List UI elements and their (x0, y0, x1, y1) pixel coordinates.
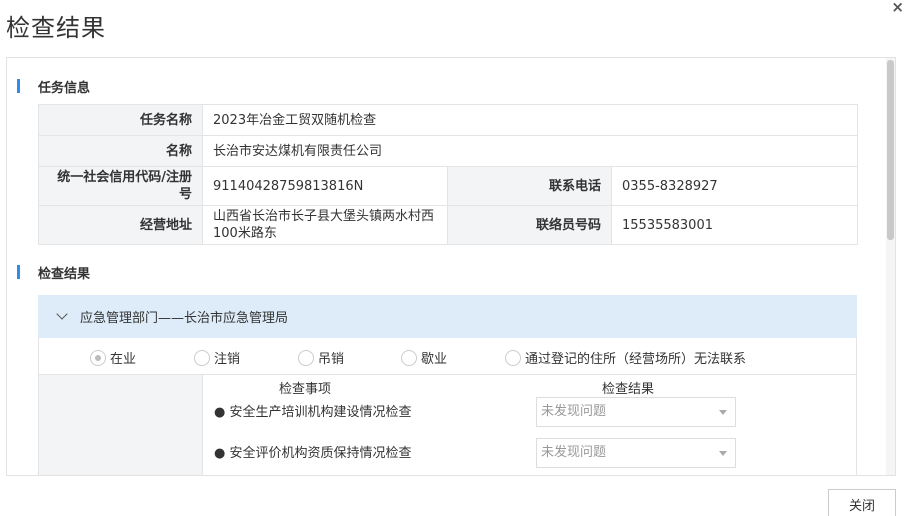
caret-down-icon (719, 451, 727, 456)
task-name-value: 2023年冶金工贸双随机检查 (201, 104, 859, 136)
radio-label: 歇业 (421, 352, 448, 367)
inspection-result-select[interactable]: 未发现问题 (536, 397, 736, 427)
radio-label: 在业 (110, 352, 137, 367)
items-label-column (39, 375, 203, 475)
company-name-label: 名称 (38, 135, 203, 167)
credit-code-value: 91140428759813816N (202, 166, 448, 206)
liaison-number-label: 联络员号码 (447, 205, 612, 245)
result-section-title: 检查结果 (38, 266, 91, 282)
result-section-header: 检查结果 (17, 263, 91, 282)
caret-down-icon (719, 410, 727, 415)
radio-status-suspended[interactable]: 歇业 (401, 348, 447, 367)
phone-label: 联系电话 (447, 166, 612, 206)
close-icon[interactable]: × (891, 0, 904, 16)
task-info-table: 任务名称 2023年冶金工贸双随机检查 名称 长治市安达煤机有限责任公司 统一社… (38, 104, 859, 245)
radio-status-active[interactable]: 在业 (90, 348, 136, 367)
radio-label: 通过登记的住所（经营场所）无法联系 (525, 352, 747, 367)
department-name: 应急管理部门——长治市应急管理局 (80, 311, 289, 326)
radio-status-cancelled[interactable]: 注销 (194, 348, 240, 367)
close-button[interactable]: 关闭 (828, 489, 896, 516)
select-value: 未发现问题 (541, 445, 607, 460)
dialog-title: 检查结果 (6, 14, 106, 42)
department-collapse-header[interactable]: 应急管理部门——长治市应急管理局 (38, 295, 857, 338)
task-info-title: 任务信息 (38, 80, 91, 96)
select-value: 未发现问题 (541, 404, 607, 419)
section-marker (17, 265, 20, 279)
inspection-items-area: 检查事项 检查结果 ● 安全生产培训机构建设情况检查 未发现问题 ● 安全评价机… (38, 375, 857, 475)
status-radio-group: 在业 注销 吊销 歇业 通过登记的住所（经营场所）无法联系 (38, 338, 857, 375)
inspection-item-name: ● 安全评价机构资质保持情况检查 (214, 446, 412, 461)
radio-unchecked-icon (401, 349, 417, 366)
column-header-item: 检查事项 (279, 382, 332, 397)
radio-unchecked-icon (194, 349, 210, 366)
scrollbar-thumb[interactable] (887, 60, 894, 240)
radio-label: 吊销 (318, 352, 345, 367)
radio-checked-icon (90, 349, 106, 366)
inspection-result-select[interactable]: 未发现问题 (536, 438, 736, 468)
radio-status-revoked[interactable]: 吊销 (298, 348, 344, 367)
task-info-section-header: 任务信息 (17, 77, 91, 96)
credit-code-label: 统一社会信用代码/注册号 (38, 166, 203, 206)
inspection-item-name: ● 安全生产培训机构建设情况检查 (214, 405, 412, 420)
phone-value: 0355-8328927 (610, 166, 859, 206)
vertical-scrollbar[interactable] (886, 58, 895, 475)
task-name-label: 任务名称 (38, 104, 203, 136)
liaison-number-value: 15535583001 (610, 205, 859, 245)
column-header-result: 检查结果 (602, 382, 655, 397)
chevron-down-icon (56, 308, 68, 320)
radio-status-unreachable[interactable]: 通过登记的住所（经营场所）无法联系 (505, 348, 746, 367)
radio-unchecked-icon (505, 349, 521, 366)
address-value: 山西省长治市长子县大堡头镇两水村西100米路东 (202, 205, 448, 245)
address-label: 经营地址 (38, 205, 203, 245)
section-marker (17, 79, 20, 93)
content-panel: 任务信息 任务名称 2023年冶金工贸双随机检查 名称 长治市安达煤机有限责任公… (6, 57, 896, 476)
radio-unchecked-icon (298, 349, 314, 366)
company-name-value: 长治市安达煤机有限责任公司 (201, 135, 859, 167)
radio-label: 注销 (214, 352, 241, 367)
